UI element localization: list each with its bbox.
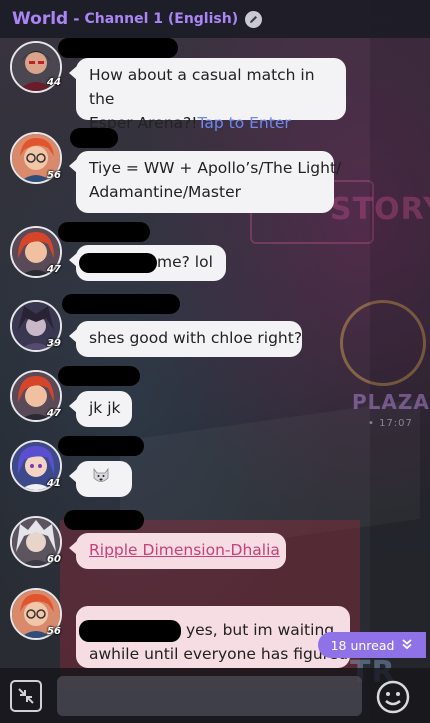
message-bubble: jk jk xyxy=(69,391,132,427)
message-bubble: How about a casual match in the Esper Ar… xyxy=(69,58,346,132)
message-bubble xyxy=(69,461,132,497)
level-badge: 56 xyxy=(47,626,61,637)
username-redacted xyxy=(58,222,150,242)
chat-message-input[interactable] xyxy=(57,676,362,716)
message-bubble: shes good with chloe right? xyxy=(69,321,303,357)
header-separator: - xyxy=(73,10,80,28)
mention-redacted xyxy=(79,619,181,642)
chevron-double-down-icon xyxy=(401,638,413,653)
message-text: jk jk xyxy=(89,399,121,417)
collapse-icon[interactable] xyxy=(10,680,42,712)
level-badge: 41 xyxy=(47,478,61,489)
username-redacted xyxy=(58,366,140,386)
bg-story-sign: STORY xyxy=(330,192,430,227)
unread-indicator-button[interactable]: 18 unread xyxy=(318,632,426,658)
message-text: me? lol xyxy=(157,253,213,271)
message-text: yes, but im waiting xyxy=(185,621,335,639)
message-bubble-shared-item: Ripple Dimension-Dhalia xyxy=(69,533,286,569)
message-text: awhile until everyone has figured xyxy=(89,645,349,663)
message-bubble: yes, but im waiting awhile until everyon… xyxy=(76,606,350,668)
username-redacted xyxy=(58,38,178,58)
wolf-emoji-icon xyxy=(91,467,111,490)
message-text: Tiye = WW + Apollo’s/The Light/ xyxy=(89,159,342,177)
level-badge: 44 xyxy=(47,77,61,88)
message-text: How about a casual match in the xyxy=(89,66,315,108)
edit-icon[interactable] xyxy=(245,10,263,28)
emoji-icon[interactable] xyxy=(376,680,410,714)
message-bubble: me? lol xyxy=(69,245,226,281)
tap-to-enter-link[interactable]: Tap to Enter xyxy=(197,114,290,132)
level-badge: 47 xyxy=(47,408,61,419)
level-badge: 56 xyxy=(47,170,61,181)
bg-pillar xyxy=(370,0,430,723)
bg-plaza-time: • 17:07 xyxy=(368,418,413,429)
username-redacted xyxy=(58,436,144,456)
level-badge: 39 xyxy=(47,338,61,349)
channel-name: Channel 1 (English) xyxy=(84,11,239,27)
message-text: Adamantine/Master xyxy=(89,183,241,201)
message-text: shes good with chloe right? xyxy=(89,329,303,347)
username-redacted xyxy=(70,128,118,148)
chat-input-bar xyxy=(0,668,430,723)
channel-world-label: World xyxy=(12,9,69,29)
level-badge: 60 xyxy=(47,554,61,565)
chat-header: World - Channel 1 (English) xyxy=(0,0,430,38)
shared-item-link[interactable]: Ripple Dimension-Dhalia xyxy=(89,541,280,559)
username-redacted xyxy=(64,510,144,530)
unread-count-label: 18 unread xyxy=(330,637,395,653)
bg-plaza-sign: PLAZA xyxy=(352,390,430,414)
username-redacted xyxy=(62,294,180,314)
mention-redacted xyxy=(79,252,157,273)
level-badge: 47 xyxy=(47,264,61,275)
message-bubble: Tiye = WW + Apollo’s/The Light/ Adamanti… xyxy=(69,151,341,213)
